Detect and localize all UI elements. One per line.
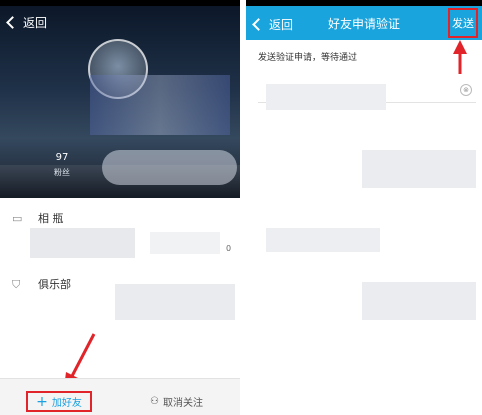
chevron-left-icon — [6, 16, 19, 29]
count-value: 0 — [226, 244, 232, 253]
add-friend-label: 加好友 — [51, 398, 82, 409]
send-button[interactable]: 发送 — [448, 8, 478, 38]
person-icon: ⚇ — [150, 396, 159, 407]
page-title: 好友申请验证 — [327, 17, 400, 31]
blurred-region — [266, 84, 386, 110]
fans-count: 97 — [55, 152, 69, 163]
unfollow-label: 取消关注 — [162, 398, 203, 409]
status-bar — [0, 0, 240, 6]
back-button[interactable]: 返回 — [6, 14, 48, 31]
blurred-button — [102, 150, 237, 185]
profile-header: 返回 97 粉丝 — [0, 0, 240, 198]
blurred-region — [90, 75, 230, 135]
blurred-region — [30, 228, 135, 258]
unfollow-button[interactable]: ⚇ 取消关注 — [150, 394, 203, 409]
profile-screen: 返回 97 粉丝 ▭ 相 瓶 0 ⛉ 俱乐部 + 加好友 ⚇ 取消关注 — [0, 0, 240, 415]
blurred-region — [150, 232, 220, 254]
blurred-region — [266, 228, 380, 252]
shield-icon: ⛉ — [12, 278, 21, 291]
list-item-label: 相 瓶 — [38, 212, 64, 225]
verification-hint: 发送验证申请，等待通过 — [258, 53, 358, 63]
list-item-label: 俱乐部 — [38, 278, 71, 291]
blurred-region — [115, 284, 235, 320]
fans-stat[interactable]: 97 粉丝 — [40, 152, 84, 178]
fans-label: 粉丝 — [54, 168, 70, 177]
blurred-region — [362, 282, 476, 320]
video-icon: ▭ — [12, 212, 23, 225]
back-label: 返回 — [23, 16, 48, 30]
clear-icon[interactable]: ⊗ — [460, 84, 472, 96]
title-bar: 返回 好友申请验证 发送 — [246, 6, 482, 40]
blurred-region — [362, 150, 476, 188]
arrow-annotation — [453, 40, 467, 74]
friend-request-screen: 返回 好友申请验证 发送 发送验证申请，等待通过 ⊗ — [246, 0, 482, 415]
add-friend-button[interactable]: + 加好友 — [26, 391, 92, 412]
plus-icon: + — [36, 393, 48, 410]
